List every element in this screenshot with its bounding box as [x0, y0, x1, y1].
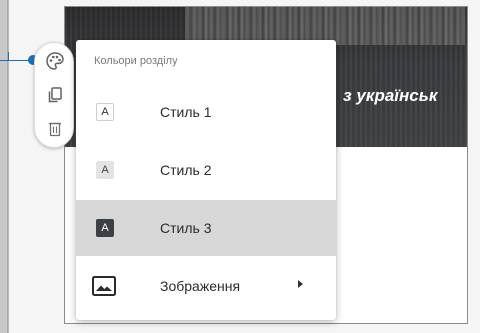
section-toolbar [34, 42, 74, 148]
menu-item-label: Стиль 3 [160, 220, 212, 236]
menu-item-style-2[interactable]: A Стиль 2 [76, 142, 336, 198]
delete-button[interactable] [43, 117, 67, 141]
menu-item-label: Стиль 2 [160, 162, 212, 178]
menu-heading: Кольори розділу [94, 55, 178, 67]
style-2-swatch: A [96, 161, 114, 179]
left-rail [0, 0, 8, 333]
duplicate-button[interactable] [43, 83, 67, 107]
style-1-swatch: A [96, 103, 114, 121]
menu-item-style-3[interactable]: A Стиль 3 [76, 200, 336, 256]
copy-icon [45, 85, 65, 105]
palette-button[interactable] [43, 49, 67, 73]
section-colors-menu: Кольори розділу A Стиль 1 A Стиль 2 A Ст… [76, 40, 336, 320]
menu-item-image[interactable]: Зображення [76, 258, 336, 314]
menu-item-label: Зображення [160, 278, 241, 294]
trash-icon [45, 119, 65, 139]
menu-item-label: Стиль 1 [160, 104, 212, 120]
palette-icon [45, 51, 65, 71]
header-title: з українськ [343, 86, 438, 105]
style-3-swatch: A [96, 219, 114, 237]
menu-item-style-1[interactable]: A Стиль 1 [76, 84, 336, 140]
image-icon [92, 276, 116, 296]
chevron-right-icon [298, 280, 303, 288]
